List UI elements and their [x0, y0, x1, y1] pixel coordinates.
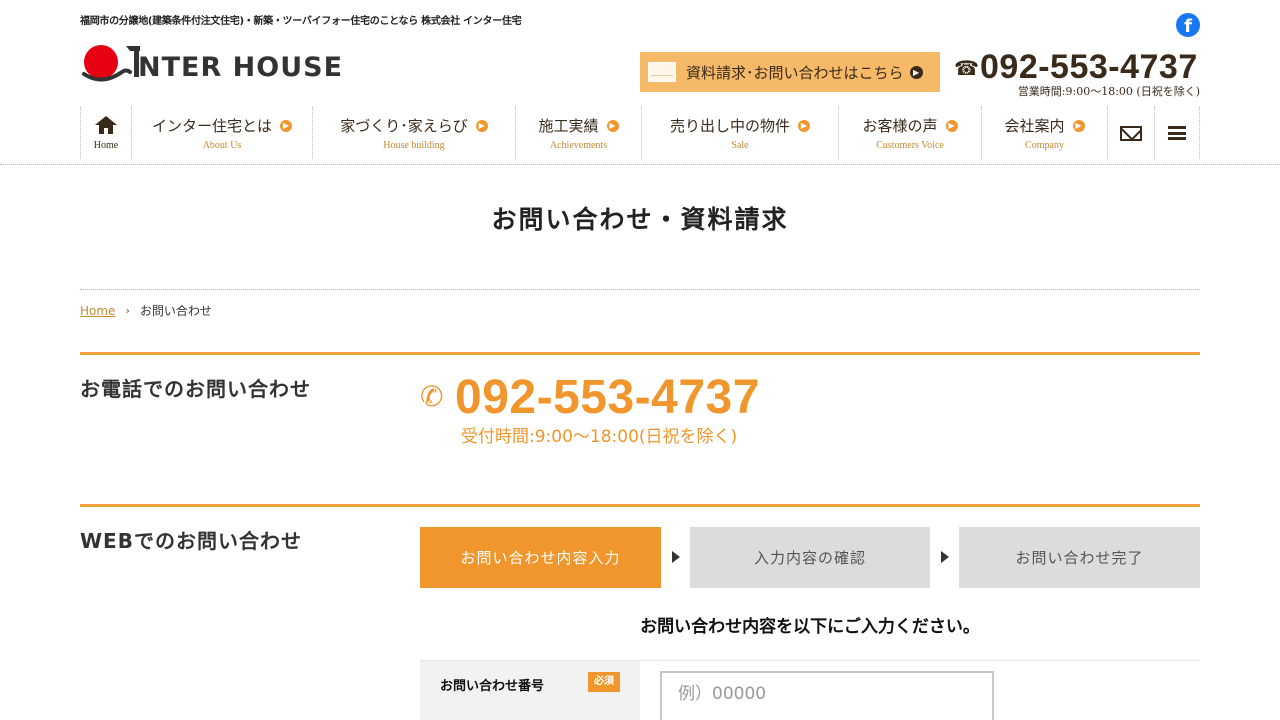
contact-hours: 受付時間:9:00〜18:00(日祝を除く)	[461, 427, 738, 447]
inquiry-number-input[interactable]	[660, 671, 994, 720]
header-business-hours: 営業時間:9:00〜18:00 (日祝を除く)	[1017, 85, 1200, 98]
inquiry-number-label-cell: お問い合わせ番号 必須	[420, 661, 640, 720]
logo-mark-icon	[82, 45, 140, 82]
step-arrow-icon	[941, 551, 949, 563]
nav-achievements[interactable]: 施工実績 ▶ Achievements	[515, 107, 641, 159]
nav-house-building-sub: House building	[383, 140, 445, 151]
nav-customer-voice-label: お客様の声	[862, 117, 938, 135]
header-divider	[0, 164, 1280, 165]
step-input: お問い合わせ内容入力	[420, 527, 661, 588]
nav-menu[interactable]	[1154, 107, 1200, 159]
nav-company-sub: Company	[1025, 140, 1064, 151]
breadcrumb-current: お問い合わせ	[139, 304, 212, 318]
nav-company-label: 会社案内	[1004, 117, 1065, 135]
nav-customer-voice-sub: Customers Voice	[876, 140, 944, 151]
breadcrumb: Home › お問い合わせ	[80, 302, 212, 319]
nav-customer-voice[interactable]: お客様の声 ▶ Customers Voice	[838, 107, 981, 159]
nav-sale[interactable]: 売り出し中の物件 ▶ Sale	[641, 107, 838, 159]
breadcrumb-home-link[interactable]: Home	[80, 304, 115, 318]
phone-contact[interactable]: ✆ 092-553-4737 受付時間:9:00〜18:00(日祝を除く)	[420, 370, 820, 450]
nav-house-building[interactable]: 家づくり･家えらび ▶ House building	[312, 107, 515, 159]
chevron-right-icon: ▶	[606, 119, 619, 132]
nav-about-label: インター住宅とは	[151, 117, 272, 135]
logo-wordmark: NTER HOUSE	[138, 52, 344, 83]
site-tagline: 福岡市の分譲地(建築条件付注文住宅)・新築・ツーバイフォー住宅のことなら 株式会…	[80, 16, 522, 27]
nav-achievements-sub: Achievements	[549, 140, 608, 151]
phone-handset-icon: ✆	[420, 380, 444, 413]
site-logo[interactable]: NTER HOUSE	[82, 42, 352, 86]
form-instruction: お問い合わせ内容を以下にご入力ください。	[640, 617, 980, 637]
nav-mail[interactable]	[1107, 107, 1154, 159]
document-request-button[interactable]: 資料請求･お問い合わせはこちら ▶	[640, 52, 940, 92]
chevron-right-icon: ▶	[280, 119, 292, 132]
nav-home[interactable]: Home	[80, 107, 131, 159]
step-complete: お問い合わせ完了	[959, 527, 1200, 588]
phone-icon: ☎	[954, 56, 979, 80]
global-nav: Home インター住宅とは ▶ About Us 家づくり･家えらび ▶ House…	[80, 107, 1200, 159]
nav-about-sub: About Us	[202, 140, 242, 151]
web-section-heading: WEBでのお問い合わせ	[80, 529, 302, 553]
page-title: お問い合わせ・資料請求	[491, 205, 789, 234]
hamburger-menu-icon	[1168, 126, 1186, 140]
phone-section-divider	[80, 352, 1200, 355]
chevron-right-icon: ▶	[798, 119, 810, 132]
step-confirm: 入力内容の確認	[690, 527, 930, 588]
phone-section-heading: お電話でのお問い合わせ	[80, 377, 311, 401]
step-arrow-icon	[672, 551, 680, 563]
header-phone[interactable]: ☎ 092-553-4737 営業時間:9:00〜18:00 (日祝を除く)	[954, 48, 1200, 100]
nav-home-label: Home	[93, 139, 119, 151]
nav-about[interactable]: インター住宅とは ▶ About Us	[131, 107, 312, 159]
chevron-right-icon: ▶	[945, 119, 958, 132]
nav-sale-label: 売り出し中の物件	[669, 117, 790, 135]
form-progress-steps: お問い合わせ内容入力 入力内容の確認 お問い合わせ完了	[420, 527, 1200, 588]
header-phone-number[interactable]: 092-553-4737	[980, 48, 1198, 87]
mail-icon	[1120, 125, 1142, 141]
title-divider	[80, 289, 1200, 290]
nav-house-building-label: 家づくり･家えらび	[340, 117, 468, 135]
document-request-label: 資料請求･お問い合わせはこちら	[686, 63, 904, 82]
web-section-divider	[80, 504, 1200, 507]
contact-phone-number[interactable]: 092-553-4737	[455, 370, 760, 425]
nav-sale-sub: Sale	[731, 140, 749, 151]
chevron-right-icon: ▶	[475, 119, 488, 132]
envelope-icon	[648, 62, 676, 82]
facebook-icon[interactable]: f	[1176, 13, 1200, 37]
home-icon	[95, 115, 117, 134]
required-badge: 必須	[588, 672, 620, 692]
nav-achievements-label: 施工実績	[538, 117, 599, 135]
chevron-right-icon: ▶	[1072, 119, 1085, 132]
nav-company[interactable]: 会社案内 ▶ Company	[981, 107, 1107, 159]
chevron-right-icon: ›	[125, 304, 130, 317]
chevron-right-icon: ▶	[909, 65, 923, 79]
inquiry-number-label: お問い合わせ番号	[440, 679, 545, 694]
